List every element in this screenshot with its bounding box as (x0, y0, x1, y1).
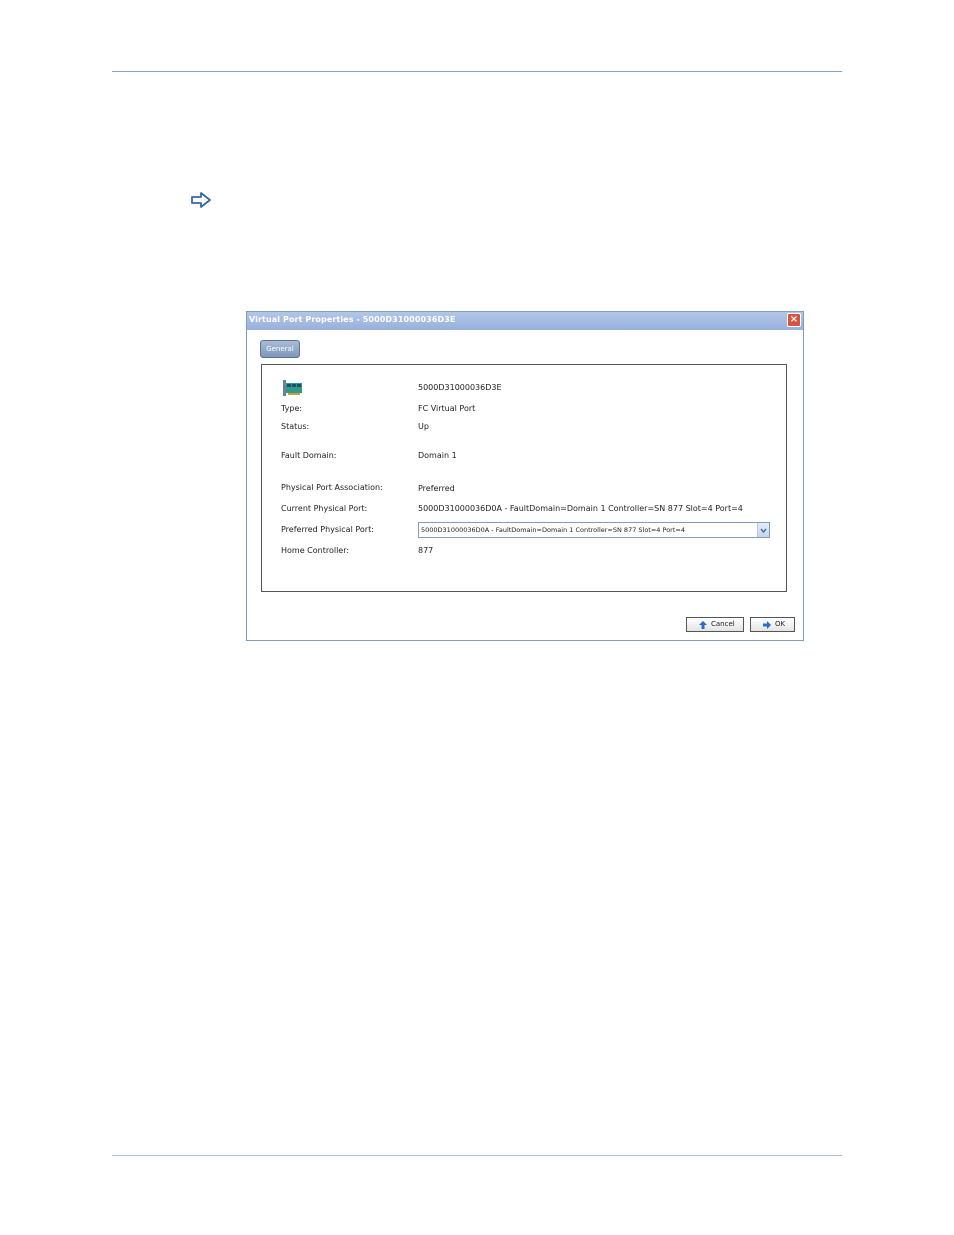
tab-general[interactable]: General (260, 340, 300, 358)
dialog-title: Virtual Port Properties - 5000D31000036D… (249, 315, 456, 324)
close-icon: × (789, 314, 799, 325)
chevron-down-icon (760, 528, 767, 534)
physical-port-association-value: Preferred (418, 484, 455, 493)
dialog-titlebar[interactable]: Virtual Port Properties - 5000D31000036D… (247, 312, 803, 330)
right-arrow-icon (763, 621, 771, 629)
home-controller-label: Home Controller: (281, 546, 350, 555)
port-id-value: 5000D31000036D3E (418, 383, 502, 392)
preferred-physical-port-select[interactable]: 5000D31000036D0A - FaultDomain=Domain 1 … (418, 522, 770, 538)
ok-button-label: OK (775, 620, 786, 628)
physical-port-association-label: Physical Port Association: (281, 483, 383, 492)
type-value: FC Virtual Port (418, 404, 476, 413)
home-controller-value: 877 (418, 546, 434, 555)
status-label: Status: (281, 422, 310, 431)
cancel-button-label: Cancel (711, 620, 735, 628)
current-physical-port-label: Current Physical Port: (281, 504, 368, 513)
fault-domain-value: Domain 1 (418, 451, 457, 460)
preferred-physical-port-label: Preferred Physical Port: (281, 525, 374, 534)
up-arrow-icon (699, 621, 707, 629)
cancel-button[interactable]: Cancel (686, 617, 744, 632)
current-physical-port-value: 5000D31000036D0A - FaultDomain=Domain 1 … (418, 504, 743, 513)
type-label: Type: (281, 404, 303, 413)
status-value: Up (418, 422, 429, 431)
page-footer-rule (112, 1155, 842, 1156)
virtual-port-properties-dialog: Virtual Port Properties - 5000D31000036D… (246, 311, 804, 641)
ok-button[interactable]: OK (750, 617, 795, 632)
preferred-physical-port-selected: 5000D31000036D0A - FaultDomain=Domain 1 … (421, 526, 685, 534)
fault-domain-label: Fault Domain: (281, 451, 337, 460)
step-arrow-icon (191, 192, 211, 208)
fc-port-icon (283, 380, 302, 396)
general-properties-panel: 5000D31000036D3E Type: FC Virtual Port S… (261, 364, 787, 592)
page-header-rule (112, 71, 842, 72)
dropdown-button[interactable] (757, 523, 769, 537)
close-button[interactable]: × (787, 313, 801, 327)
